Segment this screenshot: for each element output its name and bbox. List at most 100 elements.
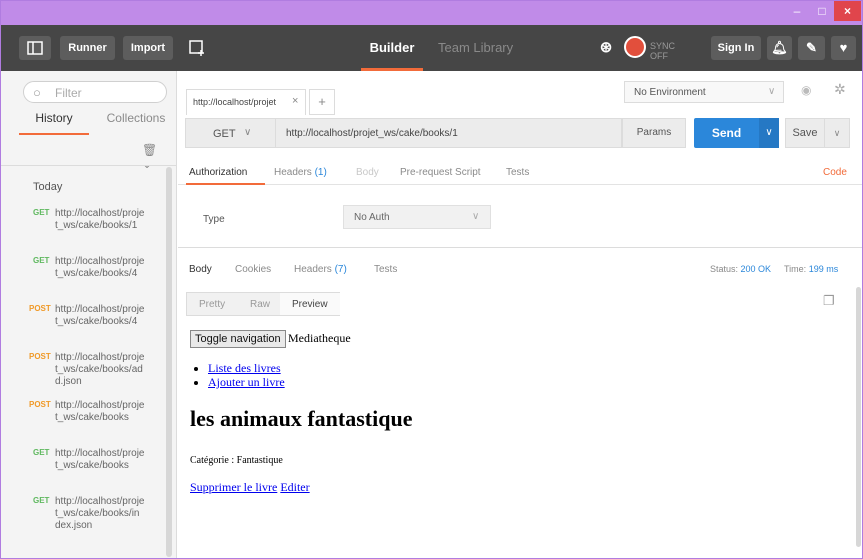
clear-history-button[interactable]: 🗑︎⌄ xyxy=(142,143,164,171)
tab-response-headers-count: (7) xyxy=(334,264,347,275)
chevron-down-icon: ∨ xyxy=(768,86,776,97)
time-value: 199 ms xyxy=(808,264,839,274)
runner-button[interactable]: Runner xyxy=(60,36,115,60)
history-url: http://localhost/projet_ws/cake/books/in… xyxy=(55,496,145,531)
method-badge: GET xyxy=(33,496,50,505)
save-options-button[interactable]: ∨ xyxy=(825,118,850,148)
new-window-button[interactable] xyxy=(181,36,213,60)
view-mode-group: Pretty Raw Preview xyxy=(186,292,340,316)
list-item: Liste des livres xyxy=(208,361,285,375)
auth-type-value: No Auth xyxy=(354,212,390,223)
tab-response-cookies[interactable]: Cookies xyxy=(235,264,271,275)
view-preview-button[interactable]: Preview xyxy=(292,299,328,310)
url-input[interactable]: http://localhost/projet_ws/cake/books/1 xyxy=(276,118,622,148)
interceptor-button[interactable]: ⊛ xyxy=(593,36,619,60)
history-item[interactable]: GET http://localhost/projet_ws/cake/book… xyxy=(29,496,169,544)
search-input[interactable]: ○ Filter xyxy=(23,81,167,103)
time-readout: Time: 199 ms xyxy=(784,264,838,274)
send-options-button[interactable]: ∨ xyxy=(759,118,779,148)
history-item[interactable]: GET http://localhost/projet_ws/cake/book… xyxy=(29,256,169,304)
sidebar-scrollbar[interactable] xyxy=(166,167,172,557)
close-tab-icon[interactable]: × xyxy=(292,95,298,107)
tab-response-tests[interactable]: Tests xyxy=(374,264,397,275)
nav-link-add-book[interactable]: Ajouter un livre xyxy=(208,375,285,389)
tab-tests[interactable]: Tests xyxy=(506,167,529,178)
minimize-button[interactable]: – xyxy=(784,1,810,21)
request-tab[interactable]: http://localhost/projet × xyxy=(186,89,306,115)
tab-builder[interactable]: Builder xyxy=(361,25,423,71)
sidebar: ○ Filter History Collections 🗑︎⌄ Today G… xyxy=(1,71,177,558)
tab-headers[interactable]: Headers (1) xyxy=(274,167,327,178)
send-button[interactable]: Send xyxy=(694,118,759,148)
add-tab-button[interactable]: + xyxy=(309,89,335,115)
tab-authorization[interactable]: Authorization xyxy=(189,167,247,178)
method-badge: POST xyxy=(29,304,51,313)
search-placeholder: Filter xyxy=(55,86,82,100)
tab-history[interactable]: History xyxy=(19,111,89,135)
trash-icon: 🗑︎⌄ xyxy=(142,143,158,171)
tab-response-body[interactable]: Body xyxy=(189,264,212,275)
url-bar: GET ∨ http://localhost/projet_ws/cake/bo… xyxy=(185,118,855,148)
params-button[interactable]: Params xyxy=(622,118,686,148)
heart-icon: ♥ xyxy=(839,40,848,55)
history-item[interactable]: POST http://localhost/projet_ws/cake/boo… xyxy=(29,400,169,448)
history-url: http://localhost/projet_ws/cake/books xyxy=(55,400,145,423)
chevron-down-icon: ∨ xyxy=(244,127,252,138)
book-title: les animaux fantastique xyxy=(190,406,413,431)
toolbar: Runner Import Builder Team Library ⊛ SYN… xyxy=(1,25,862,71)
sync-status[interactable]: SYNC OFF xyxy=(624,36,694,61)
delete-book-link[interactable]: Supprimer le livre xyxy=(190,480,277,494)
history-item[interactable]: GET http://localhost/projet_ws/cake/book… xyxy=(29,208,169,256)
tab-prerequest-script[interactable]: Pre-request Script xyxy=(400,167,481,178)
plus-icon: + xyxy=(318,94,326,109)
sign-in-button[interactable]: Sign In xyxy=(711,36,761,60)
chevron-down-icon: ∨ xyxy=(765,127,773,138)
brand-text: Mediatheque xyxy=(288,331,351,345)
view-raw-button[interactable]: Raw xyxy=(250,299,270,310)
support-button[interactable]: ♥ xyxy=(831,36,856,60)
close-button[interactable]: × xyxy=(834,1,861,21)
history-url: http://localhost/projet_ws/cake/books/4 xyxy=(55,256,145,279)
import-button[interactable]: Import xyxy=(123,36,173,60)
method-badge: GET xyxy=(33,256,50,265)
tab-body[interactable]: Body xyxy=(356,167,379,178)
settings-button[interactable]: ✎ xyxy=(798,36,825,60)
satellite-icon: ⊛ xyxy=(599,39,613,56)
request-tabs: http://localhost/projet × + xyxy=(178,71,618,117)
eye-icon[interactable]: ◉ xyxy=(801,83,811,97)
gear-icon[interactable]: ✲ xyxy=(834,81,846,98)
method-select[interactable]: GET ∨ xyxy=(185,118,276,148)
status-value: 200 OK xyxy=(740,264,772,274)
auth-type-select[interactable]: No Auth ∨ xyxy=(343,205,491,229)
wrench-icon: ✎ xyxy=(806,40,817,55)
generate-code-link[interactable]: Code xyxy=(823,167,847,178)
history-item[interactable]: POST http://localhost/projet_ws/cake/boo… xyxy=(29,352,169,400)
tab-collections[interactable]: Collections xyxy=(101,111,171,135)
view-pretty-button[interactable]: Pretty xyxy=(199,299,225,310)
book-category: Catégorie : Fantastique xyxy=(190,455,283,466)
response-scrollbar[interactable] xyxy=(856,287,861,547)
history-item[interactable]: POST http://localhost/projet_ws/cake/boo… xyxy=(29,304,169,352)
method-badge: GET xyxy=(33,208,50,217)
auth-type-label: Type xyxy=(203,214,225,225)
nav-link-book-list[interactable]: Liste des livres xyxy=(208,361,281,375)
toggle-navigation-button[interactable]: Toggle navigation xyxy=(190,330,286,348)
title-bar: – □ × xyxy=(1,1,862,25)
sidebar-toggle-button[interactable] xyxy=(19,36,51,60)
response-tabs: Body Cookies Headers (7) Tests Status: 2… xyxy=(178,248,862,284)
active-tab-indicator xyxy=(186,183,265,185)
sidebar-icon xyxy=(27,41,43,55)
environment-select[interactable]: No Environment ∨ xyxy=(624,81,784,103)
tab-response-headers[interactable]: Headers (7) xyxy=(294,264,347,275)
history-url: http://localhost/projet_ws/cake/books/1 xyxy=(55,208,145,231)
history-item[interactable]: GET http://localhost/projet_ws/cake/book… xyxy=(29,448,169,496)
save-button[interactable]: Save xyxy=(785,118,825,148)
maximize-button[interactable]: □ xyxy=(809,1,835,21)
sync-label: SYNC OFF xyxy=(650,41,676,61)
tab-team-library[interactable]: Team Library xyxy=(438,25,518,71)
search-icon: ○ xyxy=(33,85,41,100)
chevron-down-icon: ∨ xyxy=(472,211,480,222)
copy-icon[interactable]: ❐ xyxy=(823,293,835,309)
notifications-button[interactable]: 🔔︎ xyxy=(767,36,792,60)
edit-book-link[interactable]: Editer xyxy=(280,480,309,494)
